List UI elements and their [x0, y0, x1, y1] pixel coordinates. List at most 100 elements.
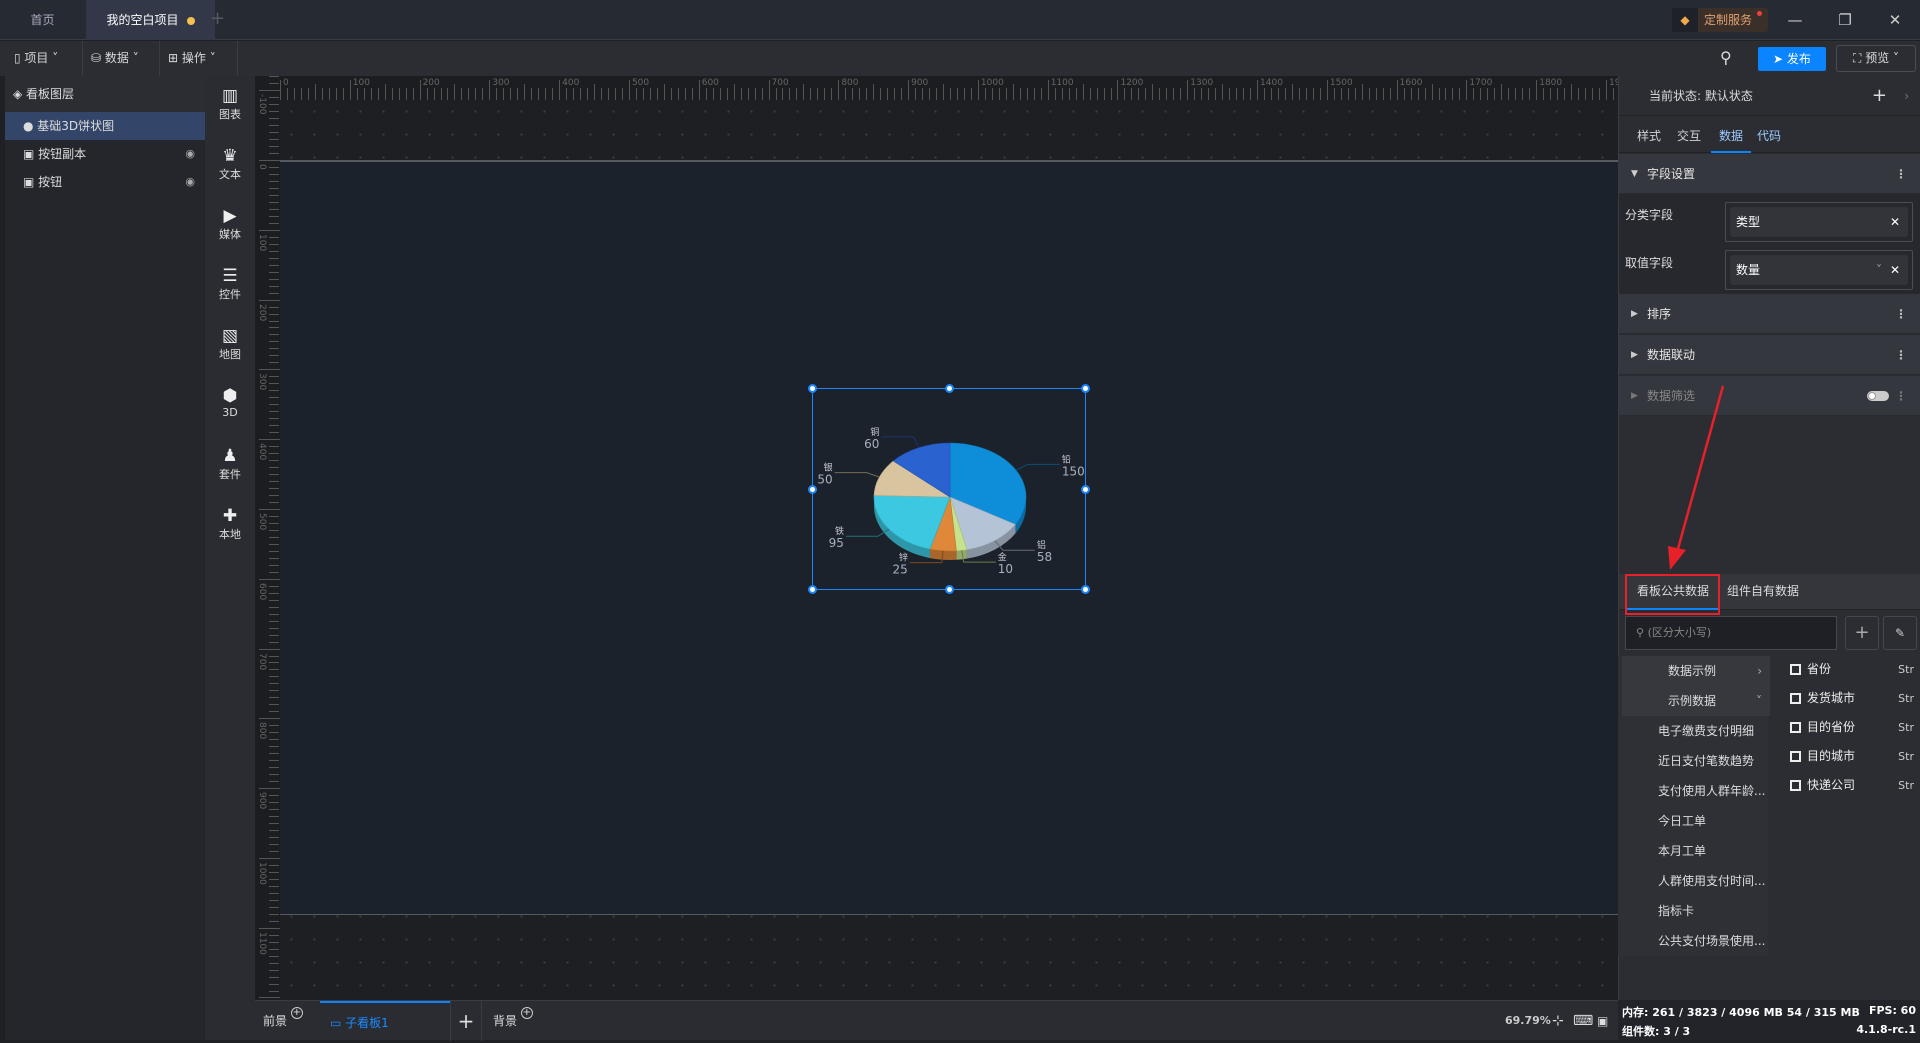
- subboard-tab[interactable]: ▭ 子看板1: [320, 1001, 450, 1041]
- add-state-icon[interactable]: +: [1872, 76, 1887, 116]
- clear-icon[interactable]: ✕: [1890, 207, 1900, 237]
- layer-item-button[interactable]: ▣ 按钮 ◉: [5, 168, 205, 196]
- dataset-item[interactable]: 公共支付场景使用...: [1622, 926, 1770, 956]
- checkbox[interactable]: [1790, 780, 1801, 791]
- resize-handle[interactable]: [1081, 384, 1090, 393]
- field-item[interactable]: 发货城市 Str: [1790, 684, 1920, 713]
- dataset-item[interactable]: 支付使用人群年龄...: [1622, 776, 1770, 806]
- tab-style[interactable]: 样式: [1637, 127, 1661, 144]
- field-item[interactable]: 目的城市 Str: [1790, 742, 1920, 771]
- keyboard-icon[interactable]: ⌨: [1573, 1001, 1593, 1041]
- dataset-item[interactable]: 今日工单: [1622, 806, 1770, 836]
- dataset-item[interactable]: 人群使用支付时间...: [1622, 866, 1770, 896]
- add-circle-icon[interactable]: +: [520, 1007, 533, 1019]
- component-label: 地图: [219, 348, 241, 361]
- more-icon[interactable]: ⋮: [1895, 376, 1907, 416]
- hidden-eye-icon[interactable]: ◉: [185, 140, 195, 168]
- zoom-level[interactable]: 69.79%: [1505, 1001, 1551, 1041]
- resize-handle[interactable]: [808, 485, 817, 494]
- checkbox[interactable]: [1790, 751, 1801, 762]
- component-4[interactable]: ▧ 地图: [205, 326, 255, 362]
- search-icon[interactable]: ⚲: [1720, 48, 1732, 67]
- minimize-button[interactable]: —: [1780, 6, 1810, 34]
- data-search-input[interactable]: ⚲ (区分大小写): [1625, 616, 1837, 650]
- editor-stage[interactable]: 铅 150 铝 58 金 10 锌 25 铁 95 银 50 铜 60: [280, 100, 1618, 1000]
- dataset-item[interactable]: 近日支付笔数趋势: [1622, 746, 1770, 776]
- fullscreen-icon: ⛶: [1852, 51, 1866, 65]
- resize-handle[interactable]: [1081, 485, 1090, 494]
- custom-service-button[interactable]: ◆ 定制服务: [1672, 8, 1768, 32]
- tab-code[interactable]: 代码: [1757, 127, 1781, 144]
- resize-handle[interactable]: [808, 585, 817, 594]
- resize-handle[interactable]: [1081, 585, 1090, 594]
- terminal-icon[interactable]: ▣: [1597, 1001, 1608, 1041]
- component-1[interactable]: ♛ 文本: [205, 146, 255, 182]
- checkbox[interactable]: [1790, 693, 1801, 704]
- tab-data[interactable]: 数据: [1711, 127, 1751, 153]
- fit-screen-icon[interactable]: ⊹: [1552, 1001, 1564, 1041]
- tab-interaction[interactable]: 交互: [1677, 127, 1701, 144]
- chevron-right-icon[interactable]: ›: [1904, 76, 1909, 116]
- clear-icon[interactable]: ✕: [1890, 255, 1900, 285]
- checkbox[interactable]: [1790, 722, 1801, 733]
- chevron-down-icon: ˅: [1756, 694, 1762, 708]
- publish-button[interactable]: ➤ 发布: [1758, 47, 1826, 71]
- field-item[interactable]: 快递公司 Str: [1790, 771, 1920, 800]
- value-field-select[interactable]: 数量 ˅ ✕: [1725, 250, 1913, 290]
- background-tab[interactable]: 背景 +: [485, 1001, 545, 1041]
- ruler-label: 100: [352, 78, 370, 88]
- field-item[interactable]: 省份 Str: [1790, 655, 1920, 684]
- tree-node[interactable]: 示例数据 ˅: [1622, 686, 1770, 716]
- field-item[interactable]: 目的省份 Str: [1790, 713, 1920, 742]
- linkage-section[interactable]: ▶ 数据联动 ⋮: [1619, 335, 1920, 375]
- component-2[interactable]: ▶ 媒体: [205, 206, 255, 242]
- add-tab-button[interactable]: +: [210, 8, 225, 29]
- dataset-item[interactable]: 电子缴费支付明细: [1622, 716, 1770, 746]
- dataset-item[interactable]: 指标卡: [1622, 896, 1770, 926]
- more-icon[interactable]: ⋮: [1895, 154, 1907, 194]
- component-0-icon: ▥: [221, 86, 239, 106]
- resize-handle[interactable]: [945, 384, 954, 393]
- add-data-button[interactable]: +: [1845, 616, 1879, 650]
- custom-service-label: 定制服务: [1704, 13, 1753, 27]
- slice-value-label: 50: [817, 473, 832, 487]
- data-menu[interactable]: ⛁ 数据 ˅: [83, 41, 160, 76]
- component-5[interactable]: ⬢ 3D: [205, 386, 255, 419]
- tab-home[interactable]: 首页: [0, 0, 85, 40]
- add-board-button[interactable]: +: [450, 1001, 482, 1041]
- more-icon[interactable]: ⋮: [1895, 294, 1907, 334]
- sort-section[interactable]: ▶ 排序 ⋮: [1619, 294, 1920, 334]
- pie-chart-widget[interactable]: 铅 150 铝 58 金 10 锌 25 铁 95 银 50 铜 60: [808, 384, 1090, 594]
- restore-button[interactable]: ❐: [1830, 6, 1860, 34]
- category-field-select[interactable]: 类型 ✕: [1725, 202, 1913, 242]
- preview-button[interactable]: ⛶ 预览 ˅: [1836, 45, 1916, 72]
- tab-project[interactable]: 我的空白项目: [86, 0, 215, 40]
- operate-menu[interactable]: ⊞ 操作 ˅: [160, 41, 238, 76]
- tree-node-label: 示例数据: [1668, 694, 1717, 708]
- tree-node[interactable]: 数据示例 ›: [1622, 656, 1770, 686]
- component-7[interactable]: ✚ 本地: [205, 506, 255, 542]
- resize-handle[interactable]: [808, 384, 817, 393]
- dataset-item[interactable]: 本月工单: [1622, 836, 1770, 866]
- checkbox[interactable]: [1790, 664, 1801, 675]
- resize-handle[interactable]: [945, 585, 954, 594]
- edit-icon[interactable]: ✎: [1883, 616, 1917, 650]
- add-circle-icon[interactable]: +: [290, 1007, 303, 1019]
- foreground-tab[interactable]: 前景 +: [263, 1001, 318, 1041]
- more-icon[interactable]: ⋮: [1895, 335, 1907, 375]
- annotation-arrow: [1668, 385, 1725, 570]
- close-button[interactable]: ✕: [1880, 6, 1910, 34]
- state-value[interactable]: 默认状态: [1705, 89, 1753, 103]
- component-6[interactable]: ♟ 套件: [205, 446, 255, 482]
- layer-item-pie[interactable]: ● 基础3D饼状图: [5, 112, 205, 140]
- field-settings-body: 分类字段 类型 ✕ 取值字段 数量 ˅ ✕: [1619, 194, 1920, 294]
- ruler-label: 900: [911, 78, 929, 88]
- field-settings-section[interactable]: ▼ 字段设置 ⋮: [1619, 154, 1920, 194]
- layer-item-button-copy[interactable]: ▣ 按钮副本 ◉: [5, 140, 205, 168]
- filter-toggle[interactable]: [1867, 391, 1889, 401]
- component-0[interactable]: ▥ 图表: [205, 86, 255, 122]
- project-menu[interactable]: ▯ 项目 ˅: [6, 41, 83, 76]
- button-layer-icon: ▣: [23, 175, 39, 189]
- component-3[interactable]: ☰ 控件: [205, 266, 255, 302]
- hidden-eye-icon[interactable]: ◉: [185, 168, 195, 196]
